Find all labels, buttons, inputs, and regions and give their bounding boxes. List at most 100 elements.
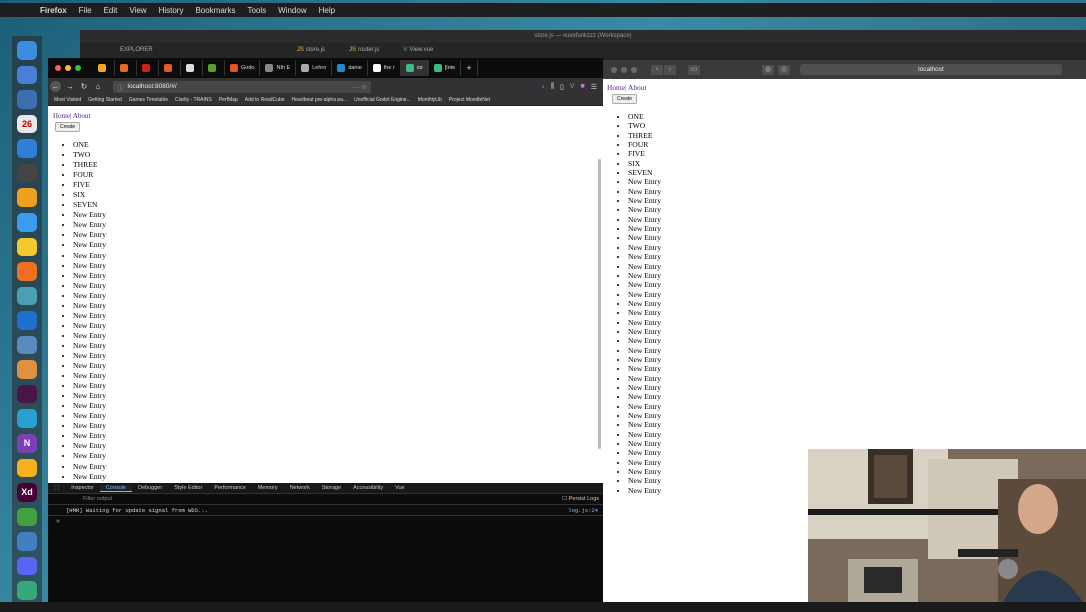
browser-tab[interactable]: the r [368,60,401,76]
safari-url-bar[interactable]: localhost [800,64,1062,75]
sidebar-icon[interactable]: ▭ [688,64,700,75]
xd-icon[interactable]: Xd [17,483,37,502]
extension-icon[interactable]: ■ [580,83,584,91]
preview-icon[interactable] [17,335,37,355]
browser-tab[interactable] [159,60,181,76]
devtools-tab-memory[interactable]: Memory [252,485,284,491]
info-icon[interactable]: ⓘ [117,82,124,92]
nav-home-link[interactable]: Home [53,112,70,120]
typora-icon[interactable] [17,163,37,183]
finder-icon[interactable] [17,41,37,60]
sketch-icon[interactable] [17,458,37,478]
menu-edit[interactable]: Edit [104,6,118,15]
slack2-icon[interactable] [17,581,37,600]
browser-tab[interactable]: Godo [225,60,261,76]
bookmark-item[interactable]: PerfMap [219,97,238,103]
menu-tools[interactable]: Tools [247,6,266,15]
nav-about-link[interactable]: About [628,83,646,92]
devtools-tab-style-editor[interactable]: Style Editor [168,485,208,491]
download-icon[interactable]: ↓ [541,83,545,91]
bookmark-item[interactable]: MonthlyLib [418,97,442,103]
nav-about-link[interactable]: About [73,112,91,120]
sidebar-icon[interactable]: ▯ [560,83,564,91]
forward-icon[interactable]: › [664,64,676,75]
launchpad-icon[interactable] [17,65,37,85]
bookmark-item[interactable]: Most Visited [54,97,81,103]
nav-home-link[interactable]: Home [607,83,625,92]
info-icon[interactable] [17,90,37,109]
browser-tab[interactable]: co [400,60,429,76]
forward-icon[interactable]: → [63,82,77,91]
menu-icon[interactable]: ☰ [591,83,597,91]
bookmark-item[interactable]: Getting Started [88,97,122,103]
minimize-window-icon[interactable] [621,66,627,73]
vue-devtools-icon[interactable]: V [570,83,575,91]
apple-icon[interactable] [22,6,30,15]
shield-icon[interactable]: ◍ [762,64,774,75]
devtools-tab-vue[interactable]: Vue [389,485,411,491]
menu-history[interactable]: History [159,6,184,15]
browser-tab[interactable] [93,60,115,76]
browser-tab[interactable] [115,60,137,76]
onenote-icon[interactable]: N [17,434,37,453]
create-button[interactable]: Create [55,122,81,132]
menu-view[interactable]: View [129,6,146,15]
browser-tab[interactable] [137,60,159,76]
reload-icon[interactable]: ↻ [77,82,91,91]
bookmark-item[interactable]: Project MoodleNet [449,97,490,103]
page-scrollbar[interactable] [598,159,601,449]
menu-app-firefox[interactable]: Firefox [40,6,67,15]
back-icon[interactable]: ← [50,81,61,92]
devtools-tab-storage[interactable]: Storage [316,485,347,491]
stats-icon[interactable] [17,409,37,428]
browser-tab[interactable] [203,60,225,76]
devtools-tab-console[interactable]: Console [99,484,133,492]
slack-icon[interactable] [17,384,37,404]
create-button[interactable]: Create [612,94,638,104]
console-input[interactable]: » [48,516,603,525]
menu-bookmarks[interactable]: Bookmarks [195,6,235,15]
menu-window[interactable]: Window [278,6,306,15]
console-message-source[interactable]: log.js:24 [568,507,598,514]
messages-icon[interactable] [17,212,37,232]
zoom-window-icon[interactable] [75,65,81,71]
star-icon[interactable] [17,188,37,207]
minimize-window-icon[interactable] [65,65,71,71]
devtools-tab-inspector[interactable]: Inspector [65,485,100,491]
url-bar[interactable]: ⓘ localhost:8080/#/ ··· ☆ [113,80,371,93]
close-window-icon[interactable] [611,66,617,73]
browser-tab[interactable]: Nth E [260,60,297,76]
devtools-tab-performance[interactable]: Performance [208,485,252,491]
discord-icon[interactable] [17,556,37,576]
bookmark-item[interactable]: Heartbeat pre-alpha pa... [292,97,348,103]
filter-input[interactable]: Filter output [83,496,112,502]
vpn-icon[interactable] [17,532,37,551]
browser-tab[interactable]: danie [332,60,368,76]
browser-tab[interactable]: Lehro [296,60,333,76]
butterfly-icon[interactable] [17,237,37,257]
browser-tab[interactable]: [Inte [429,60,462,76]
share-icon[interactable]: ◎ [778,64,790,75]
frog-icon[interactable] [17,286,37,306]
menu-file[interactable]: File [79,6,92,15]
photos-icon[interactable] [17,360,37,379]
bookmark-item[interactable]: Clarity - TRAINS [175,97,212,103]
new-tab-button[interactable]: + [461,60,478,76]
devtools-tab-accessibility[interactable]: Accessibility [347,485,389,491]
library-icon[interactable]: ⫼ [551,83,554,91]
devtools-tab-network[interactable]: Network [284,485,316,491]
back-icon[interactable]: ‹ [651,64,663,75]
bookmark-item[interactable]: Games Timetable [129,97,168,103]
close-window-icon[interactable] [55,65,61,71]
zoom-window-icon[interactable] [631,66,637,73]
menu-help[interactable]: Help [319,6,335,15]
tasks-icon[interactable] [17,139,37,158]
qt-icon[interactable] [17,507,37,527]
persist-logs-checkbox[interactable]: ☐ Persist Logs [562,496,599,502]
bookmark-item[interactable]: Unofficial Godot Engine... [354,97,411,103]
bookmark-item[interactable]: Add to ReadCube [245,97,285,103]
devtools-pick-icon[interactable]: ⬚ [48,485,65,491]
page-actions-icon[interactable]: ··· ☆ [353,83,367,91]
calendar-icon[interactable]: 26 [17,114,37,134]
browser-tab[interactable] [181,60,203,76]
